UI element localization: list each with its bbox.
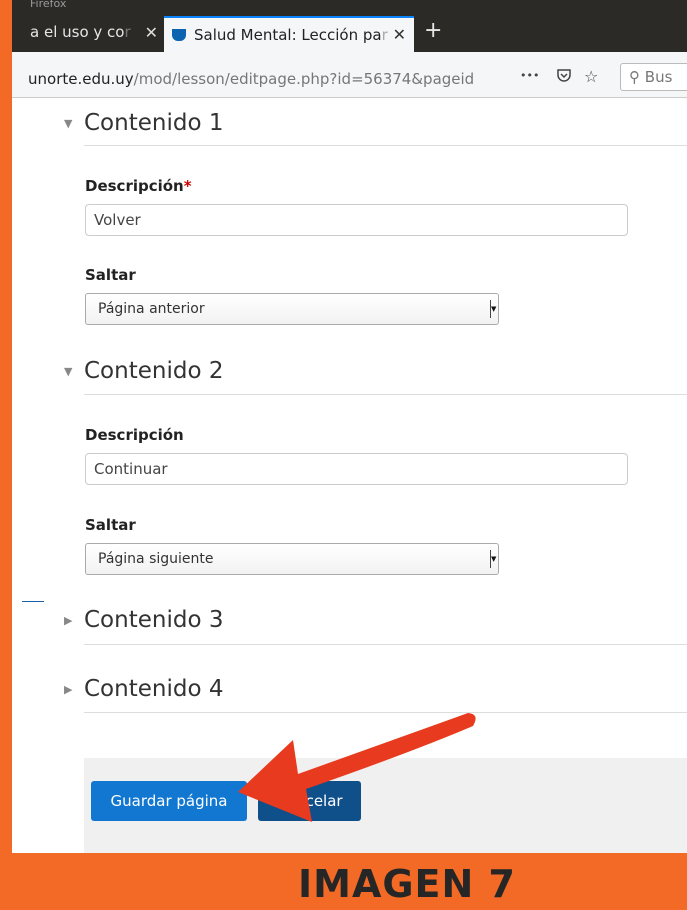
image-caption: IMAGEN 7 (298, 862, 516, 906)
red-pointer-arrow-icon (238, 713, 476, 822)
screenshot-frame: Firefox a el uso y co r ✕ Salud Mental: L… (12, 0, 687, 853)
